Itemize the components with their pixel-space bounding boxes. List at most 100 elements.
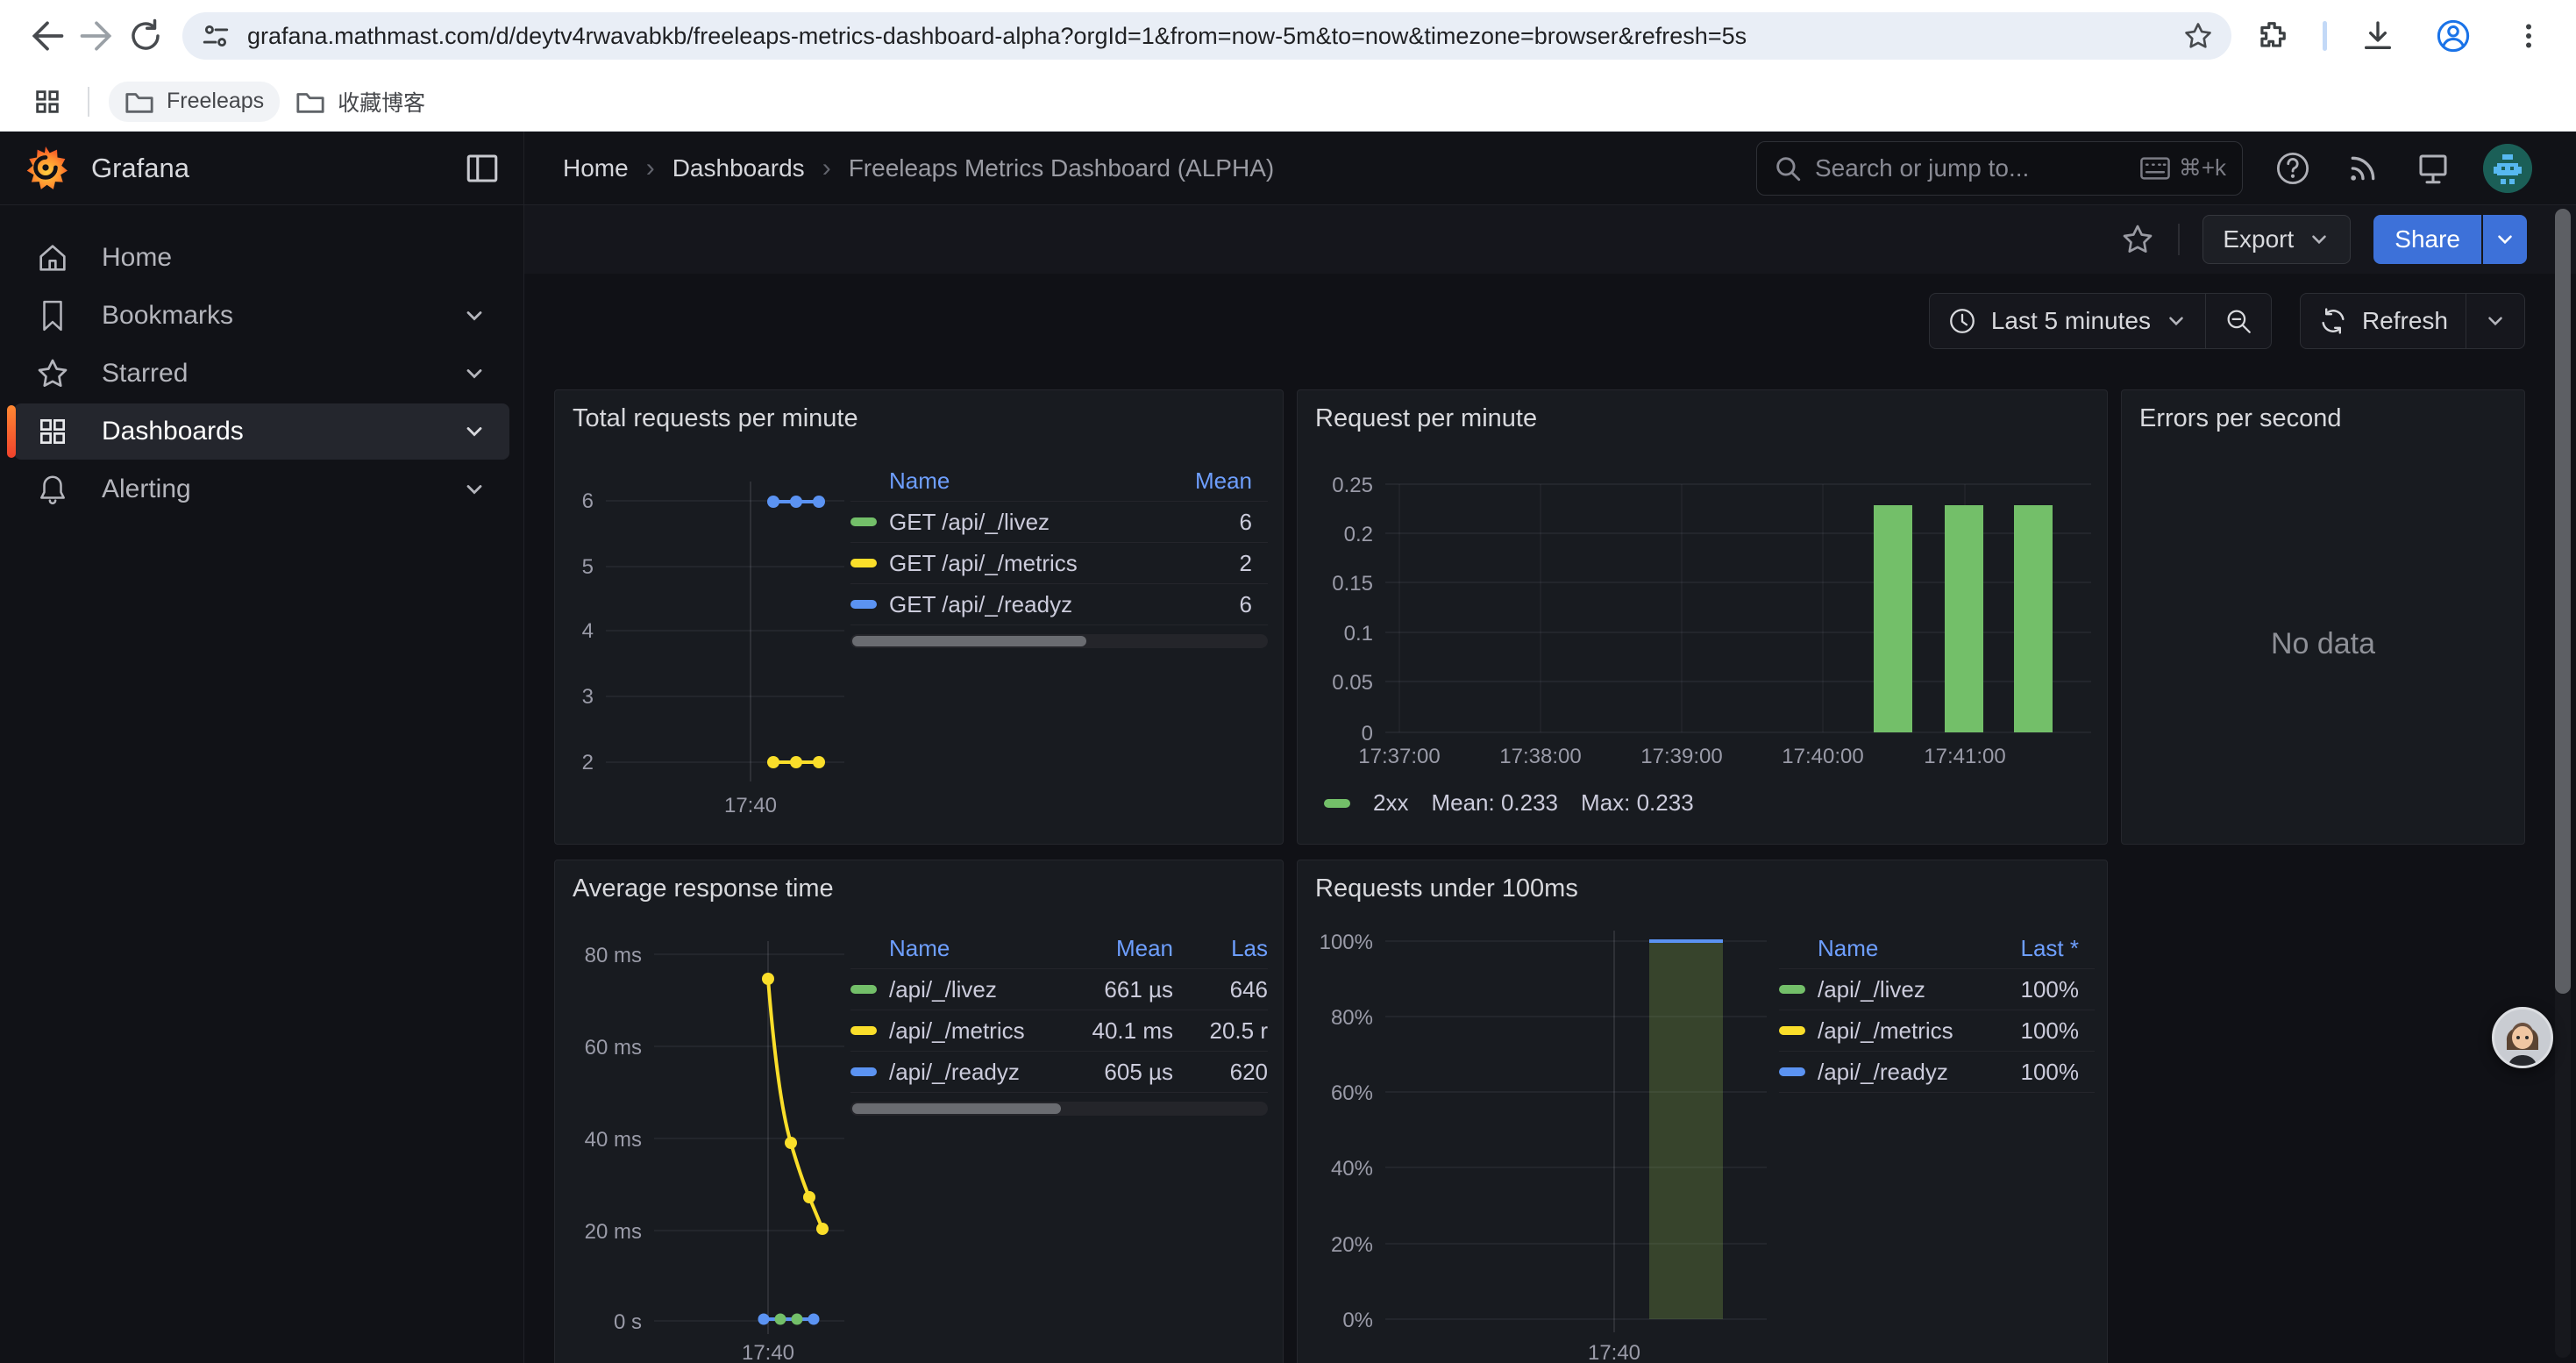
help-icon[interactable]	[2273, 148, 2313, 189]
legend-row[interactable]: /api/_/readyz 100%	[1779, 1052, 2095, 1093]
legend-col-name[interactable]: Name	[889, 467, 1156, 495]
chevron-down-icon	[462, 477, 487, 502]
grafana-header: Grafana Home › Dashboards › Freeleaps Me…	[0, 132, 2576, 205]
bookmark-folder-freeleaps[interactable]: Freeleaps	[109, 82, 280, 122]
scrollbar-thumb[interactable]	[852, 636, 1086, 646]
legend-table: Name Mean Las /api/_/livez 661 µs 646 /a…	[850, 928, 1268, 1116]
series-color-pill	[850, 600, 877, 609]
sidebar-item-dashboards[interactable]: Dashboards	[14, 403, 509, 460]
legend-col-mean[interactable]: Mean	[1070, 935, 1173, 962]
chevron-down-icon	[462, 361, 487, 386]
sidebar-item-bookmarks[interactable]: Bookmarks	[14, 288, 509, 344]
panel-requests-under-100ms: Requests under 100ms 100% 80% 60% 40% 20…	[1297, 860, 2108, 1363]
legend-col-mean[interactable]: Mean	[1156, 467, 1252, 495]
x-tick: 17:40:00	[1757, 745, 1889, 769]
reload-icon[interactable]	[121, 11, 170, 61]
scrollbar-thumb[interactable]	[2555, 209, 2571, 994]
panel-errors-per-second: Errors per second No data	[2121, 389, 2525, 845]
series-color-pill	[850, 1067, 877, 1076]
sidebar-item-home[interactable]: Home	[14, 230, 509, 286]
legend-col-last[interactable]: Las	[1173, 935, 1268, 962]
panel-title[interactable]: Total requests per minute	[573, 404, 858, 433]
search-input[interactable]: Search or jump to... ⌘+k	[1756, 141, 2243, 196]
clock-icon	[1947, 306, 1977, 336]
panel-title[interactable]: Request per minute	[1315, 404, 1537, 433]
bookmark-folder-blogs[interactable]: 收藏博客	[280, 79, 441, 125]
sidebar-item-alerting[interactable]: Alerting	[14, 461, 509, 517]
panel-title[interactable]: Errors per second	[2139, 404, 2342, 433]
x-tick: 17:38:00	[1475, 745, 1606, 769]
time-range-group: Last 5 minutes	[1929, 293, 2272, 349]
bookmark-label: 收藏博客	[338, 86, 425, 118]
breadcrumb-home[interactable]: Home	[563, 154, 629, 182]
assistant-avatar[interactable]	[2492, 1007, 2553, 1068]
forward-icon[interactable]	[72, 11, 121, 61]
sidebar: Home Bookmarks Starred Dashboards Alerti…	[0, 205, 524, 1363]
legend-row[interactable]: /api/_/metrics 40.1 ms 20.5 r	[850, 1010, 1268, 1052]
breadcrumb: Home › Dashboards › Freeleaps Metrics Da…	[524, 132, 1274, 204]
user-avatar[interactable]	[2483, 144, 2532, 193]
url-bar[interactable]: grafana.mathmast.com/d/deytv4rwavabkb/fr…	[182, 12, 2231, 60]
legend-row[interactable]: GET /api/_/livez 6	[850, 502, 1268, 543]
bookmark-star-icon[interactable]	[2179, 17, 2217, 55]
bell-icon	[33, 470, 72, 509]
legend-row[interactable]: /api/_/livez 100%	[1779, 969, 2095, 1010]
y-tick: 0	[1298, 722, 1373, 746]
download-icon[interactable]	[2353, 11, 2402, 61]
home-icon	[33, 239, 72, 277]
dock-sidebar-icon[interactable]	[464, 150, 501, 187]
zoom-out-button[interactable]	[2206, 294, 2271, 348]
breadcrumb-dashboards[interactable]: Dashboards	[672, 154, 805, 182]
back-icon[interactable]	[23, 11, 72, 61]
browser-menu-icon[interactable]	[2504, 11, 2553, 61]
profile-icon[interactable]	[2429, 11, 2478, 61]
grafana-logo-icon[interactable]	[23, 146, 68, 191]
y-tick: 0.25	[1298, 474, 1373, 498]
kiosk-monitor-icon[interactable]	[2413, 148, 2453, 189]
export-button[interactable]: Export	[2202, 215, 2351, 264]
breadcrumb-separator: ›	[822, 153, 831, 183]
legend-scrollbar[interactable]	[850, 634, 1268, 648]
legend-scrollbar[interactable]	[850, 1102, 1268, 1116]
legend-table: Name Mean GET /api/_/livez 6 GET /api/_/…	[850, 460, 1268, 648]
time-range-picker[interactable]: Last 5 minutes	[1930, 294, 2205, 348]
y-tick: 0.15	[1298, 572, 1373, 596]
page-scrollbar[interactable]	[2555, 209, 2571, 1358]
x-tick: 17:39:00	[1616, 745, 1747, 769]
legend-row[interactable]: GET /api/_/readyz 6	[850, 584, 1268, 625]
legend-row[interactable]: /api/_/livez 661 µs 646	[850, 969, 1268, 1010]
share-menu-button[interactable]	[2481, 215, 2527, 264]
zoom-out-icon	[2224, 306, 2253, 336]
legend-col-name[interactable]: Name	[889, 935, 1070, 962]
chevron-down-icon	[2494, 228, 2516, 251]
legend-col-name[interactable]: Name	[1818, 935, 1982, 962]
legend-row[interactable]: /api/_/metrics 100%	[1779, 1010, 2095, 1052]
y-tick: 20%	[1298, 1233, 1373, 1258]
series-color-pill	[850, 1026, 877, 1035]
refresh-button[interactable]: Refresh	[2301, 294, 2466, 348]
dashboard-content: Export Share Last 5 minutes	[524, 205, 2576, 1363]
legend-row[interactable]: GET /api/_/metrics 2	[850, 543, 1268, 584]
series-color-pill	[1324, 799, 1350, 808]
legend-col-last[interactable]: Last *	[1982, 935, 2079, 962]
bar-chart	[1298, 390, 2109, 846]
news-rss-icon[interactable]	[2343, 148, 2383, 189]
chevron-down-icon	[2165, 310, 2188, 332]
scrollbar-thumb[interactable]	[852, 1103, 1061, 1114]
site-settings-icon[interactable]	[196, 17, 235, 55]
panel-title[interactable]: Average response time	[573, 874, 834, 903]
extensions-icon[interactable]	[2247, 11, 2296, 61]
y-tick: 60 ms	[555, 1036, 642, 1060]
toolbar-divider	[2323, 21, 2327, 51]
legend-inline[interactable]: 2xx Mean: 0.233 Max: 0.233	[1324, 789, 1694, 817]
panel-title[interactable]: Requests under 100ms	[1315, 874, 1578, 903]
star-icon	[33, 354, 72, 393]
apps-grid-icon[interactable]	[23, 77, 72, 126]
url-text[interactable]: grafana.mathmast.com/d/deytv4rwavabkb/fr…	[247, 23, 2179, 50]
search-icon	[1773, 153, 1803, 183]
favorite-star-icon[interactable]	[2120, 222, 2155, 257]
refresh-interval-button[interactable]	[2466, 294, 2524, 348]
legend-row[interactable]: /api/_/readyz 605 µs 620	[850, 1052, 1268, 1093]
share-button[interactable]: Share	[2373, 215, 2481, 264]
sidebar-item-starred[interactable]: Starred	[14, 346, 509, 402]
